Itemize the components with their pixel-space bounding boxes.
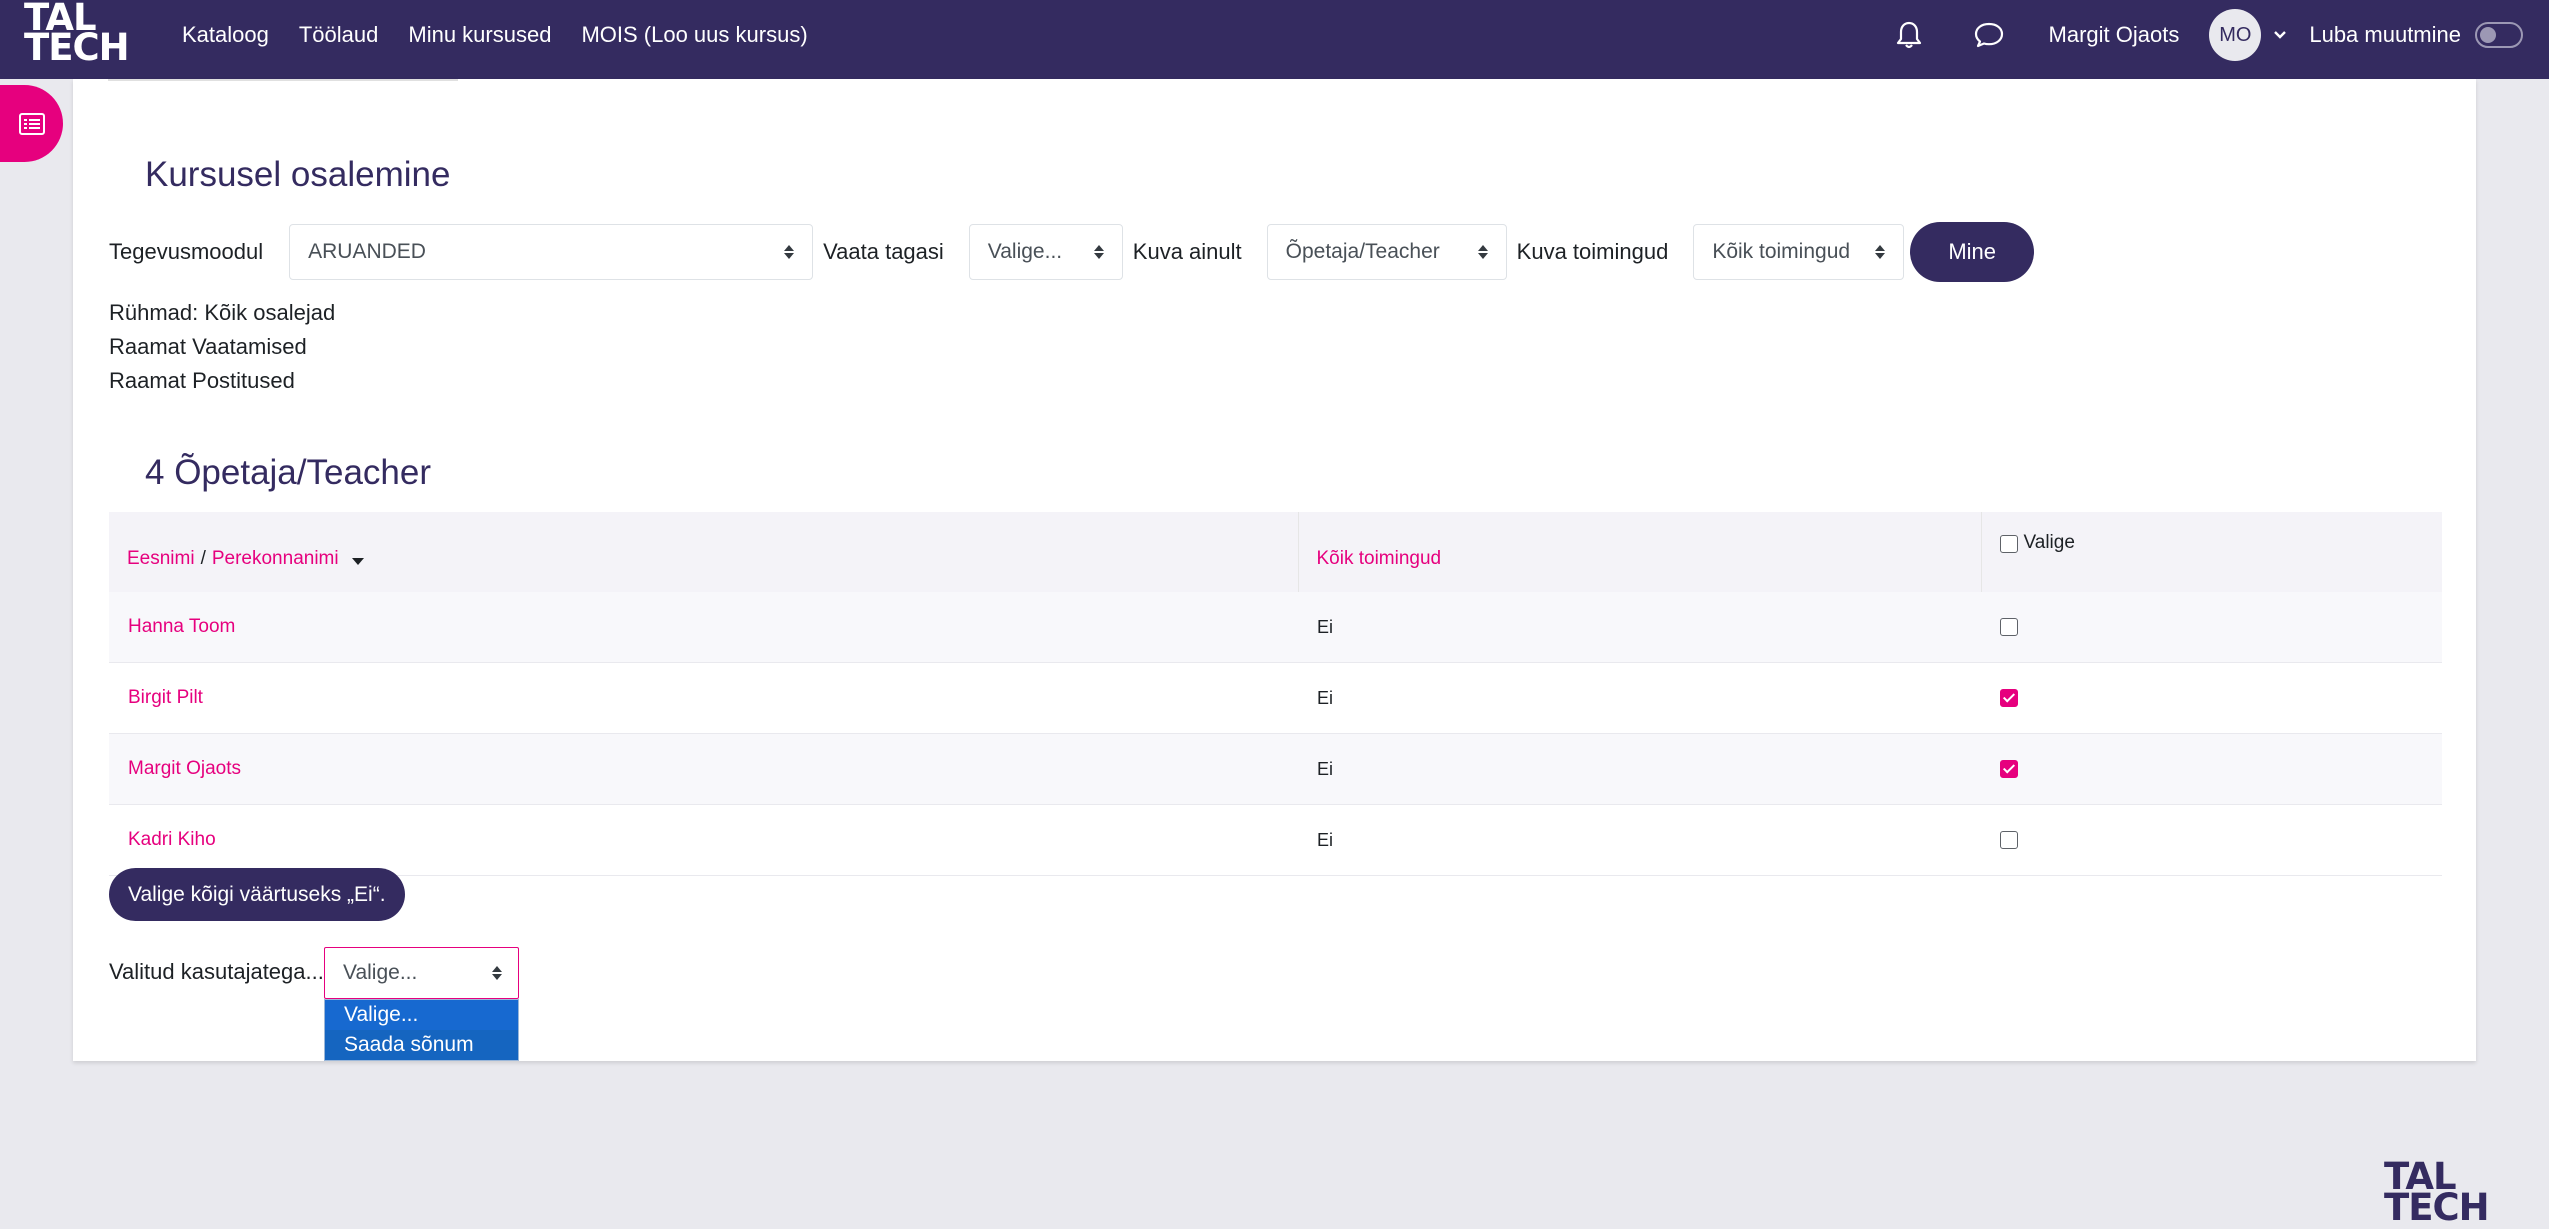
messages-button[interactable] (1969, 15, 2009, 55)
top-navbar: TAL TECH Kataloog Töölaud Minu kursused … (0, 0, 2549, 79)
participant-value: Ei (1317, 687, 1334, 708)
table-row: Margit Ojaots Ei (109, 733, 2442, 805)
edit-mode-toggle[interactable] (2475, 22, 2523, 48)
sort-last-name-link[interactable]: Perekonnanimi (212, 548, 339, 570)
module-label: Tegevusmoodul (109, 239, 264, 264)
main-content-card: Kursusel osalemine Tegevusmoodul ARUANDE… (73, 79, 2476, 1061)
participant-name-link[interactable]: Margit Ojaots (128, 758, 241, 780)
bulk-action-select-value: Valige... (343, 961, 418, 984)
page-title: Kursusel osalemine (145, 155, 451, 194)
select-column-header: Valige (2023, 532, 2075, 553)
primary-nav: Kataloog Töölaud Minu kursused MOIS (Loo… (182, 0, 838, 70)
sort-first-name-link[interactable]: Eesnimi (127, 548, 195, 570)
views-info: Raamat Vaatamised (109, 334, 307, 359)
lookback-select-value: Valige... (987, 240, 1063, 263)
participant-checkbox[interactable] (2000, 618, 2018, 636)
select-all-no-button[interactable]: Valige kõigi väärtuseks „Ei“. (109, 868, 405, 921)
header-separator: / (200, 548, 206, 569)
user-name[interactable]: Margit Ojaots (2049, 22, 2180, 48)
lookback-select[interactable]: Valige... (968, 224, 1123, 280)
participant-name-link[interactable]: Kadri Kiho (128, 829, 216, 851)
option-send-message[interactable]: Saada sõnum (325, 1030, 518, 1060)
go-button[interactable]: Mine (1910, 222, 2034, 282)
nav-link-catalog[interactable]: Kataloog (182, 22, 269, 48)
taltech-logo[interactable]: TAL TECH (24, 0, 144, 70)
edit-mode-label: Luba muutmine (2309, 22, 2461, 47)
chevron-down-icon[interactable] (2273, 28, 2287, 42)
select-arrows-icon (784, 245, 795, 259)
logo-line-2: TECH (24, 26, 130, 69)
show-only-label: Kuva ainult (1132, 239, 1242, 264)
footer-logo-line-2: TECH (2384, 1186, 2490, 1229)
section-title: 4 Õpetaja/Teacher (145, 453, 432, 492)
select-arrows-icon (1093, 245, 1104, 259)
actions-label: Kuva toimingud (1516, 239, 1669, 264)
role-select[interactable]: Õpetaja/Teacher (1266, 224, 1507, 280)
option-choose[interactable]: Valige... (325, 1000, 518, 1030)
participant-value: Ei (1317, 616, 1334, 637)
bulk-action-options: Valige... Saada sõnum (324, 999, 519, 1061)
sort-desc-icon (351, 558, 364, 565)
user-menu-area: Margit Ojaots MO Luba muutmine (1889, 0, 2549, 70)
table-row: Kadri Kiho Ei (109, 805, 2442, 876)
footer-taltech-logo: TAL TECH (2384, 1158, 2490, 1229)
participant-name-link[interactable]: Birgit Pilt (128, 687, 203, 709)
participant-checkbox[interactable] (2000, 689, 2018, 707)
table-row: Hanna Toom Ei (109, 592, 2442, 663)
table-header-row: Eesnimi / Perekonnanimi Kõik toimingud V… (109, 512, 2442, 592)
nav-link-my-courses[interactable]: Minu kursused (408, 22, 551, 48)
module-select-value: ARUANDED (308, 240, 426, 263)
notifications-button[interactable] (1889, 15, 1929, 55)
participants-table: Eesnimi / Perekonnanimi Kõik toimingud V… (109, 512, 2442, 876)
divider (108, 79, 458, 81)
select-arrows-icon (1477, 245, 1488, 259)
actions-select[interactable]: Kõik toimingud (1693, 224, 1905, 280)
table-row: Birgit Pilt Ei (109, 663, 2442, 734)
course-index-drawer-button[interactable] (0, 85, 63, 162)
select-all-checkbox[interactable] (1999, 535, 2018, 553)
nav-link-mois[interactable]: MOIS (Loo uus kursus) (581, 22, 807, 48)
module-select[interactable]: ARUANDED (289, 224, 814, 280)
participant-value: Ei (1317, 829, 1334, 850)
groups-info: Rühmad: Kõik osalejad (109, 300, 336, 325)
chat-bubble-icon (1974, 22, 2003, 48)
participant-checkbox[interactable] (2000, 760, 2018, 778)
actions-select-value: Kõik toimingud (1712, 240, 1851, 263)
select-arrows-icon (1875, 245, 1886, 259)
participant-checkbox[interactable] (2000, 831, 2018, 849)
actions-column-header: Kõik toimingud (1316, 548, 1442, 569)
posts-info: Raamat Postitused (109, 368, 295, 393)
bell-icon (1896, 21, 1921, 49)
avatar[interactable]: MO (2209, 9, 2262, 61)
bulk-action-select[interactable]: Valige... (324, 947, 519, 999)
select-arrows-icon (492, 966, 502, 980)
list-icon (18, 112, 45, 135)
nav-link-dashboard[interactable]: Töölaud (299, 22, 379, 48)
role-select-value: Õpetaja/Teacher (1285, 240, 1440, 263)
report-filter-form: Tegevusmoodul ARUANDED Vaata tagasi Vali… (109, 222, 2034, 282)
lookback-label: Vaata tagasi (823, 239, 944, 264)
participant-name-link[interactable]: Hanna Toom (128, 616, 235, 638)
participant-value: Ei (1317, 758, 1334, 779)
bulk-action-label: Valitud kasutajatega... (109, 959, 324, 984)
